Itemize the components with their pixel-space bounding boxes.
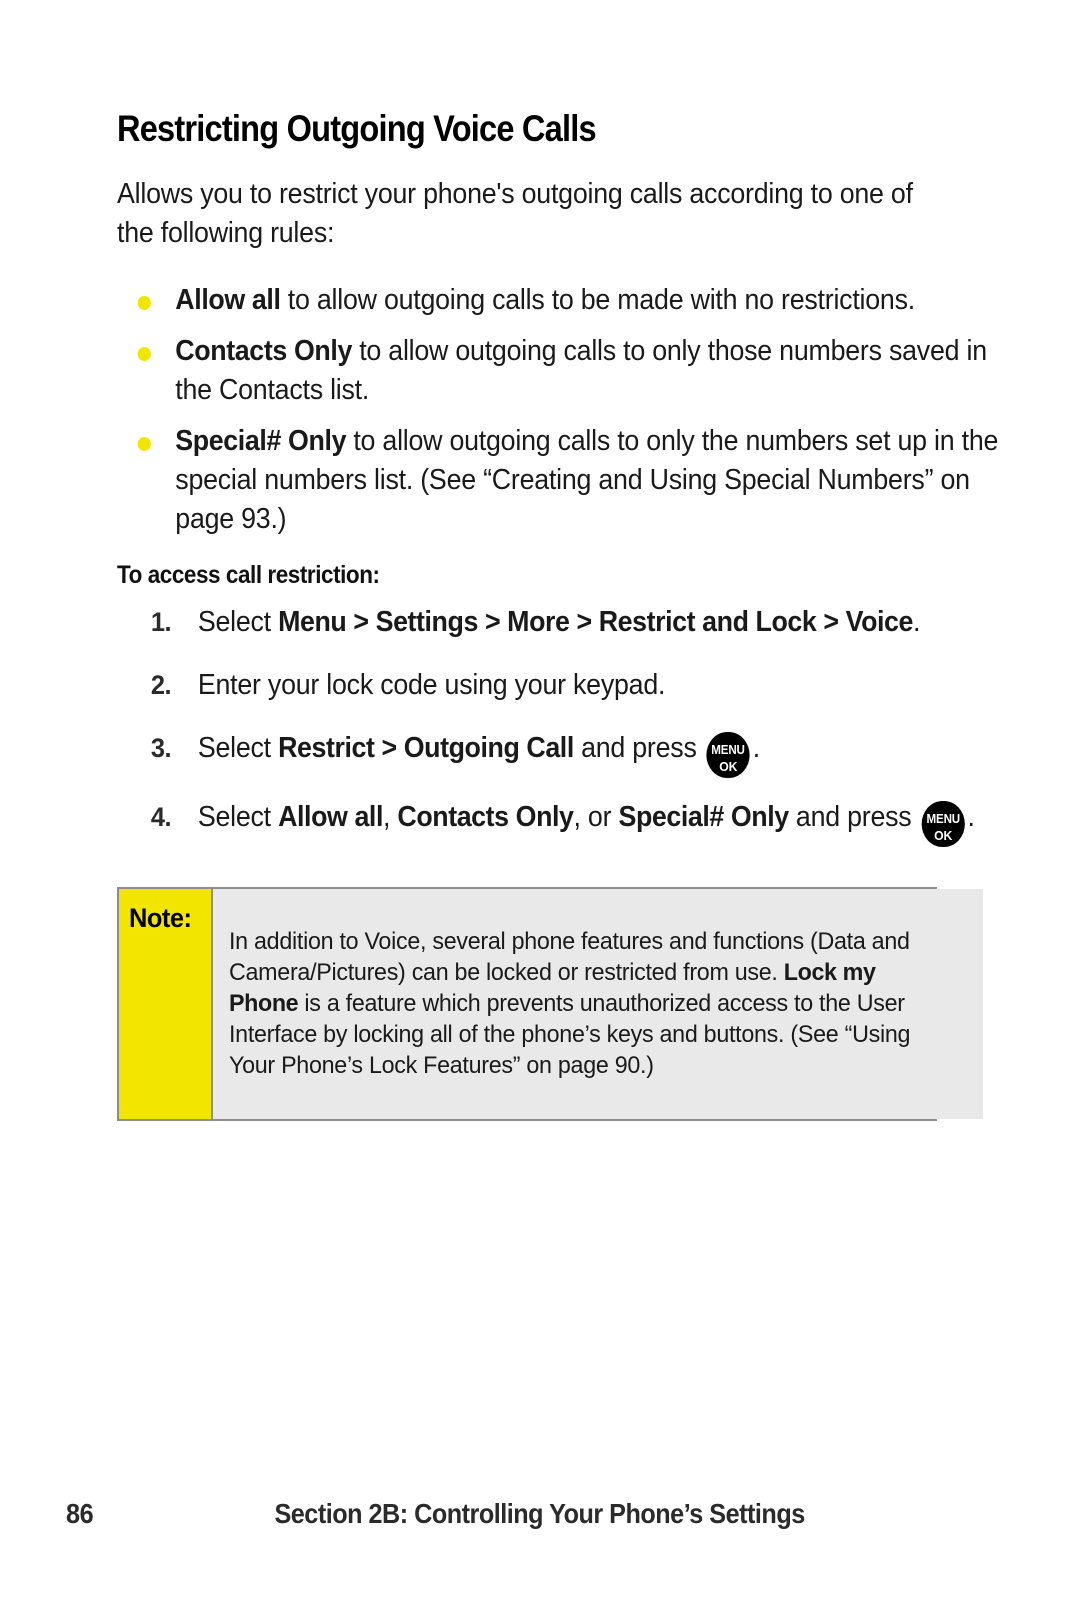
step-text-pre: Select — [197, 732, 279, 764]
bullet-term: Special# Only — [175, 425, 347, 457]
list-item: Allow all to allow outgoing calls to be … — [117, 281, 1012, 320]
bullet-dot-icon — [137, 296, 151, 310]
step-text-mid: and press — [573, 732, 704, 764]
list-item: Contacts Only to allow outgoing calls to… — [117, 332, 1012, 410]
step-text-post: . — [967, 801, 975, 833]
manual-page: Restricting Outgoing Voice Calls Allows … — [0, 0, 1080, 1620]
step-text-post: . — [752, 732, 760, 764]
list-item: 1. Select Menu > Settings > More > Restri… — [117, 600, 1034, 645]
note-label-cell: Note: — [119, 889, 213, 1119]
note-box: Note: In addition to Voice, several phon… — [117, 887, 983, 1121]
menu-ok-key-line2: OK — [934, 828, 953, 843]
menu-ok-key-line1: MENU — [711, 742, 746, 757]
page-content: Allows you to restrict your phone's outg… — [117, 146, 998, 864]
bullet-term: Allow all — [175, 284, 281, 316]
procedure-heading: To access call restriction: — [117, 561, 380, 589]
procedure-step-list: 1. Select Menu > Settings > More > Restri… — [117, 600, 975, 847]
menu-ok-key-line2: OK — [719, 759, 738, 774]
bullet-description: to allow outgoing calls to be made with … — [280, 284, 915, 316]
step-text-mid: and press — [788, 801, 919, 833]
step-option-3: Special# Only — [618, 801, 790, 833]
step-number: 2. — [150, 670, 172, 700]
step-separator-2: , or — [573, 801, 619, 833]
menu-ok-key-line1: MENU — [926, 811, 960, 826]
step-number: 1. — [150, 607, 172, 637]
note-text: In addition to Voice, several phone feat… — [229, 926, 932, 1081]
footer-section-label: Section 2B: Controlling Your Phone’s Set… — [274, 1498, 806, 1529]
step-option-1: Allow all — [278, 801, 383, 833]
step-text-bold: Menu > Settings > More > Restrict and Lo… — [278, 606, 914, 638]
bullet-dot-icon — [137, 347, 151, 361]
note-body-cell: In addition to Voice, several phone feat… — [213, 889, 983, 1119]
step-text-pre: Enter your lock code using your keypad. — [197, 669, 666, 701]
menu-ok-key-icon: MENU OK — [706, 732, 750, 778]
step-text-pre: Select — [197, 606, 279, 638]
list-item: 2. Enter your lock code using your keypad… — [117, 663, 1034, 708]
menu-ok-key-icon: MENU OK — [921, 801, 965, 847]
note-label: Note: — [129, 903, 192, 933]
step-option-2: Contacts Only — [397, 801, 574, 833]
step-separator-1: , — [382, 801, 398, 833]
note-text-part2: is a feature which prevents unauthorized… — [229, 989, 911, 1079]
list-item: 3. Select Restrict > Outgoing Call and pr… — [117, 726, 1034, 778]
intro-paragraph: Allows you to restrict your phone's outg… — [117, 177, 913, 249]
step-text-post: . — [913, 606, 921, 638]
list-item: 4. Select Allow all, Contacts Only, or Sp… — [117, 795, 1034, 847]
step-number: 3. — [150, 733, 172, 763]
bullet-term: Contacts Only — [175, 335, 352, 367]
step-number: 4. — [150, 802, 172, 832]
rules-bullet-list: Allow all to allow outgoing calls to be … — [117, 281, 998, 539]
step-text-bold: Restrict > Outgoing Call — [278, 732, 574, 764]
footer-section-title: Section 2B: Controlling Your Phone’s Set… — [0, 1498, 1080, 1530]
page-title: Restricting Outgoing Voice Calls — [117, 107, 597, 149]
bullet-dot-icon — [137, 437, 151, 451]
step-text-pre: Select — [197, 801, 279, 833]
list-item: Special# Only to allow outgoing calls to… — [117, 422, 1012, 539]
